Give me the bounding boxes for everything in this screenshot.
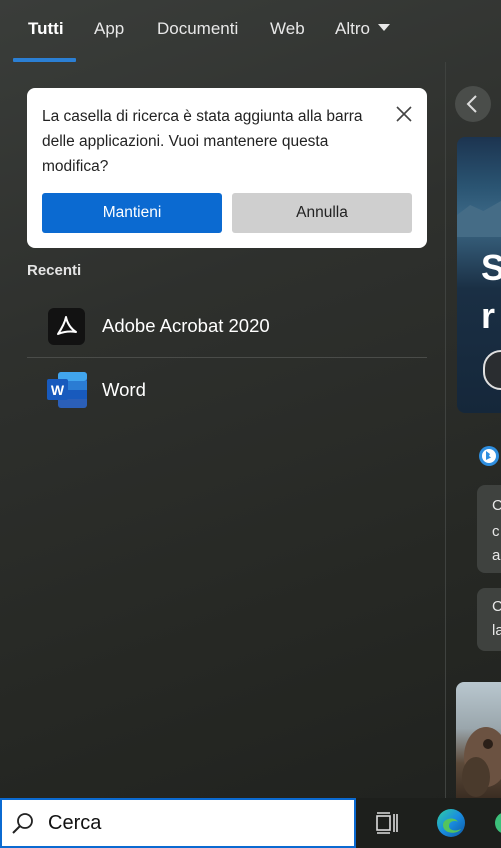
search-filter-tabs: Tutti App Documenti Web Altro	[0, 0, 445, 62]
divider	[27, 357, 427, 358]
chip-text: c	[492, 523, 500, 540]
hero-action-button[interactable]	[483, 350, 501, 390]
chip-text: la	[492, 622, 501, 639]
chat-suggestion-1[interactable]: C c a	[477, 485, 501, 573]
hero-title-part-1: S	[481, 247, 501, 288]
tab-altro[interactable]: Altro	[335, 19, 390, 39]
back-button[interactable]	[455, 86, 491, 122]
chip-text: a	[492, 547, 501, 564]
hero-card[interactable]: S r	[457, 137, 501, 413]
recent-item-word[interactable]: W Word	[27, 359, 427, 421]
highlight-image-card[interactable]	[456, 682, 501, 798]
svg-text:W: W	[51, 382, 65, 398]
keep-search-box-dialog: La casella di ricerca è stata aggiunta a…	[27, 88, 427, 248]
adobe-acrobat-icon	[48, 308, 85, 345]
recent-item-adobe-acrobat[interactable]: Adobe Acrobat 2020	[27, 295, 427, 357]
close-icon[interactable]	[394, 104, 414, 124]
dialog-message: La casella di ricerca è stata aggiunta a…	[42, 108, 363, 175]
taskbar	[0, 798, 501, 848]
taskbar-search-box[interactable]	[0, 798, 356, 848]
tab-web[interactable]: Web	[270, 19, 305, 39]
app-icon[interactable]	[493, 810, 501, 836]
tab-app[interactable]: App	[94, 19, 124, 39]
bing-icon	[478, 445, 500, 467]
hero-image	[457, 201, 501, 237]
tab-altro-label: Altro	[335, 19, 370, 38]
task-view-icon[interactable]	[375, 811, 399, 835]
search-input[interactable]	[48, 810, 338, 836]
chat-suggestion-2[interactable]: C la	[477, 588, 501, 651]
keep-button[interactable]: Mantieni	[42, 193, 222, 233]
tab-tutti[interactable]: Tutti	[28, 19, 64, 39]
active-tab-indicator	[13, 58, 76, 62]
tab-documenti[interactable]: Documenti	[157, 19, 238, 39]
chevron-left-icon	[466, 95, 477, 113]
hero-title-part-2: r	[481, 295, 496, 336]
search-icon	[12, 813, 33, 834]
chip-text: C	[492, 598, 501, 615]
chip-text: C	[492, 497, 501, 514]
chevron-down-icon	[377, 24, 390, 32]
recent-heading: Recenti	[27, 262, 82, 279]
edge-browser-icon[interactable]	[435, 807, 467, 839]
cancel-button[interactable]: Annulla	[232, 193, 412, 233]
word-icon: W	[46, 371, 88, 409]
recent-item-label: Adobe Acrobat 2020	[102, 315, 270, 336]
recent-item-label: Word	[102, 379, 146, 400]
